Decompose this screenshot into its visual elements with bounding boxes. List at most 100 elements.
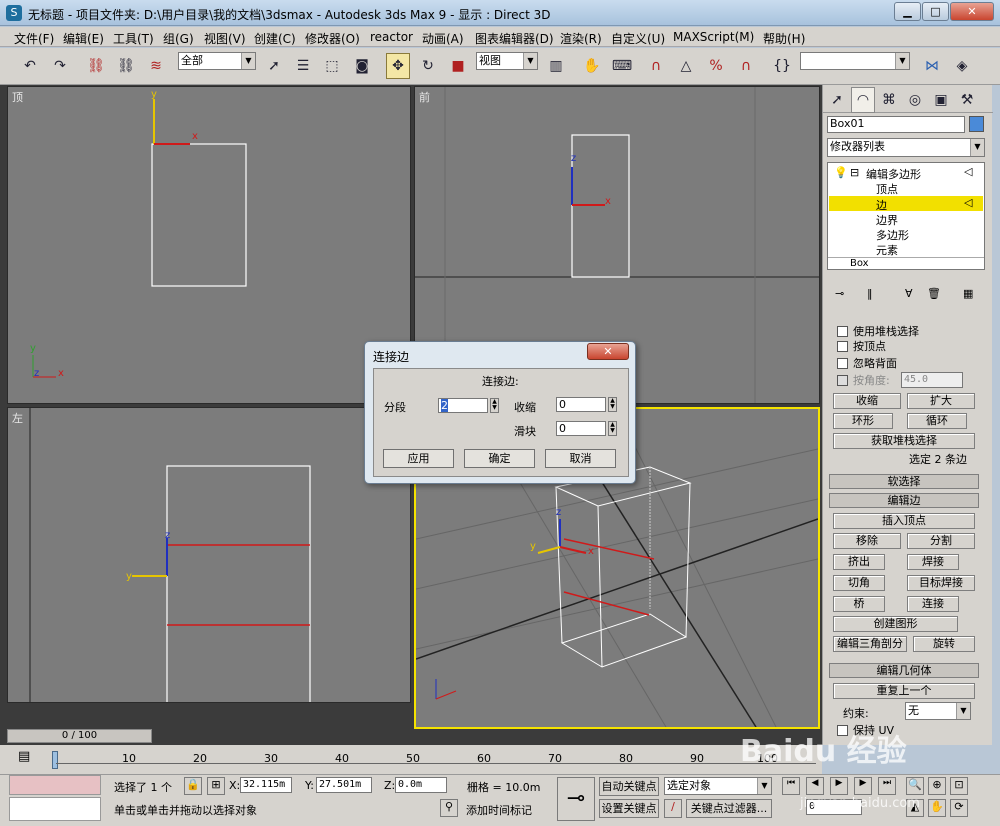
move-icon[interactable]: ✥ bbox=[386, 53, 410, 79]
loop-button[interactable]: 循环 bbox=[907, 413, 967, 429]
remove-button[interactable]: 移除 bbox=[833, 533, 901, 549]
scale-icon[interactable]: ■ bbox=[446, 53, 470, 79]
menu-views[interactable]: 视图(V) bbox=[204, 30, 246, 47]
segments-spinner[interactable]: 2 bbox=[438, 398, 488, 413]
next-frame-icon[interactable]: ▶ bbox=[854, 777, 872, 795]
minimize-button[interactable]: ▁ bbox=[894, 2, 921, 21]
stack-item-edge[interactable]: 边 bbox=[876, 197, 887, 213]
pin-stack-icon[interactable]: ⊸ bbox=[835, 287, 844, 300]
maxscript-listener[interactable] bbox=[9, 775, 101, 795]
modifier-stack[interactable]: 💡 ⊟ 编辑多边形 ◁ 顶点 边 ◁ 边界 多边形 元素 Box bbox=[827, 162, 985, 270]
hierarchy-tab-icon[interactable]: ⌘ bbox=[877, 87, 901, 113]
get-stack-selection-button[interactable]: 获取堆栈选择 bbox=[833, 433, 975, 449]
bind-space-warp-icon[interactable]: ≋ bbox=[144, 53, 168, 79]
segments-spinner-arrows[interactable]: ▲ ▼ bbox=[490, 398, 499, 413]
viewport-left[interactable]: 左 z y bbox=[7, 407, 411, 703]
edit-edges-rollout[interactable]: 编辑边 bbox=[829, 493, 979, 508]
stack-item-element[interactable]: 元素 bbox=[876, 242, 898, 258]
ok-button[interactable]: 确定 bbox=[464, 449, 535, 468]
maxscript-mini[interactable] bbox=[9, 797, 101, 821]
cancel-button[interactable]: 取消 bbox=[545, 449, 616, 468]
key-filters-button[interactable]: 关键点过滤器... bbox=[686, 799, 772, 818]
app-icon[interactable]: S bbox=[6, 5, 22, 21]
x-coordinate-field[interactable]: 32.115m bbox=[240, 777, 292, 793]
show-end-result-icon[interactable]: ‖ bbox=[867, 287, 873, 300]
split-button[interactable]: 分割 bbox=[907, 533, 975, 549]
zoom-icon[interactable]: 🔍 bbox=[906, 777, 924, 795]
edit-triangulation-button[interactable]: 编辑三角剖分 bbox=[833, 636, 907, 652]
auto-key-button[interactable]: 自动关键点 bbox=[599, 777, 659, 796]
grow-button[interactable]: 扩大 bbox=[907, 393, 975, 409]
add-time-tag[interactable]: 添加时间标记 bbox=[466, 802, 532, 818]
shrink-button[interactable]: 收缩 bbox=[833, 393, 901, 409]
menu-group[interactable]: 组(G) bbox=[163, 30, 194, 47]
maximize-button[interactable]: □ bbox=[922, 2, 949, 21]
time-slider[interactable]: 0 / 100 bbox=[7, 729, 152, 743]
pinch-spinner-arrows[interactable]: ▲ ▼ bbox=[608, 397, 617, 412]
menu-animation[interactable]: 动画(A) bbox=[422, 30, 464, 47]
ring-button[interactable]: 环形 bbox=[833, 413, 893, 429]
pinch-spinner[interactable]: 0 bbox=[556, 397, 606, 412]
y-coordinate-field[interactable]: 27.501m bbox=[316, 777, 372, 793]
by-angle-checkbox[interactable] bbox=[837, 375, 848, 386]
configure-sets-icon[interactable]: ▦ bbox=[963, 287, 973, 300]
spinner-snap-icon[interactable]: ∩ bbox=[734, 53, 758, 79]
modifier-list-dropdown[interactable]: 修改器列表 ▼ bbox=[827, 138, 985, 157]
key-filter-icon[interactable]: ∕ bbox=[664, 799, 682, 818]
make-unique-icon[interactable]: ∀ bbox=[905, 287, 913, 300]
rotate-icon[interactable]: ↻ bbox=[416, 53, 440, 79]
selection-filter-dropdown[interactable]: 全部 ▼ bbox=[178, 52, 256, 70]
go-end-icon[interactable]: ⏭ bbox=[878, 777, 896, 795]
pan-icon[interactable]: ✋ bbox=[928, 799, 946, 817]
absolute-mode-icon[interactable]: ⊞ bbox=[207, 777, 225, 795]
repeat-last-button[interactable]: 重复上一个 bbox=[833, 683, 975, 699]
menu-maxscript[interactable]: MAXScript(M) bbox=[673, 30, 754, 44]
menu-help[interactable]: 帮助(H) bbox=[763, 30, 805, 47]
expand-icon[interactable]: ⊟ bbox=[850, 166, 859, 179]
zoom-all-icon[interactable]: ⊕ bbox=[928, 777, 946, 795]
time-tag-icon[interactable]: ⚲ bbox=[440, 799, 458, 817]
extrude-button[interactable]: 挤出 bbox=[833, 554, 885, 570]
display-tab-icon[interactable]: ▣ bbox=[929, 87, 953, 113]
modify-tab-icon[interactable]: ◠ bbox=[851, 87, 875, 113]
undo-icon[interactable]: ↶ bbox=[18, 53, 42, 79]
key-selection-dropdown[interactable]: 选定对象 ▼ bbox=[664, 777, 772, 795]
set-key-icon[interactable]: ⊸ bbox=[557, 777, 595, 821]
edit-geometry-rollout[interactable]: 编辑几何体 bbox=[829, 663, 979, 678]
constraint-dropdown[interactable]: 无 ▼ bbox=[905, 702, 971, 720]
go-start-icon[interactable]: ⏮ bbox=[782, 777, 800, 795]
soft-selection-rollout[interactable]: 软选择 bbox=[829, 474, 979, 489]
current-frame-marker[interactable] bbox=[52, 751, 58, 769]
ignore-back-checkbox[interactable] bbox=[837, 358, 848, 369]
by-vertex-checkbox[interactable] bbox=[837, 341, 848, 352]
create-tab-icon[interactable]: ➚ bbox=[825, 87, 849, 113]
select-manipulate-icon[interactable]: ✋ bbox=[580, 53, 604, 79]
chamfer-button[interactable]: 切角 bbox=[833, 575, 885, 591]
unlink-icon[interactable]: ⛓ bbox=[114, 53, 138, 79]
stack-item-polygon[interactable]: 多边形 bbox=[876, 227, 909, 243]
menu-file[interactable]: 文件(F) bbox=[14, 30, 54, 47]
insert-vertex-button[interactable]: 插入顶点 bbox=[833, 513, 975, 529]
set-key-button[interactable]: 设置关键点 bbox=[599, 799, 659, 818]
slide-spinner-arrows[interactable]: ▲ ▼ bbox=[608, 421, 617, 436]
stack-item-box[interactable]: Box bbox=[850, 258, 869, 269]
use-stack-checkbox[interactable] bbox=[837, 326, 848, 337]
edit-named-sel-icon[interactable]: {} bbox=[770, 53, 794, 79]
menu-customize[interactable]: 自定义(U) bbox=[611, 30, 665, 47]
track-view-icon[interactable]: ▤ bbox=[18, 749, 36, 767]
bridge-button[interactable]: 桥 bbox=[833, 596, 885, 612]
menu-graph-editors[interactable]: 图表编辑器(D) bbox=[475, 30, 554, 47]
reference-coord-dropdown[interactable]: 视图 ▼ bbox=[476, 52, 538, 70]
menu-modifiers[interactable]: 修改器(O) bbox=[305, 30, 360, 47]
apply-button[interactable]: 应用 bbox=[383, 449, 454, 468]
orbit-icon[interactable]: ⟳ bbox=[950, 799, 968, 817]
window-crossing-icon[interactable]: ◙ bbox=[350, 53, 374, 79]
keyboard-shortcut-icon[interactable]: ⌨ bbox=[610, 53, 634, 79]
percent-snap-icon[interactable]: % bbox=[704, 53, 728, 79]
menu-edit[interactable]: 编辑(E) bbox=[63, 30, 104, 47]
target-weld-button[interactable]: 目标焊接 bbox=[907, 575, 975, 591]
select-by-name-icon[interactable]: ☰ bbox=[291, 53, 315, 79]
menu-rendering[interactable]: 渲染(R) bbox=[560, 30, 602, 47]
object-name-field[interactable]: Box01 bbox=[827, 116, 965, 133]
named-selection-dropdown[interactable]: ▼ bbox=[800, 52, 910, 70]
